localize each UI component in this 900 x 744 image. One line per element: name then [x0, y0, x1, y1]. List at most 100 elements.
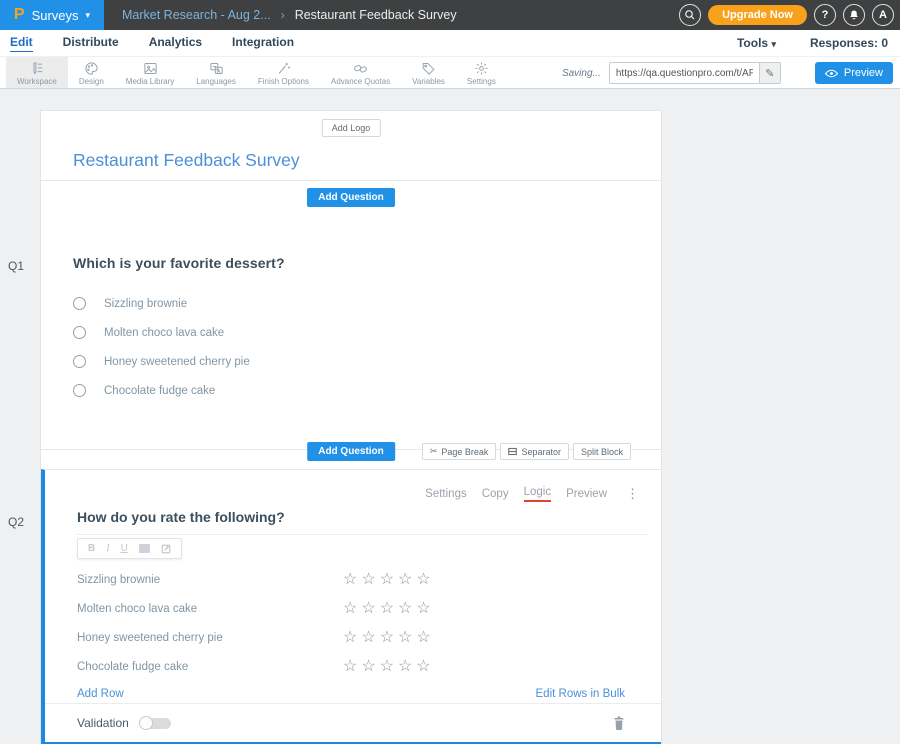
toolbar-item-label: Variables	[412, 77, 445, 86]
q1-option-label: Molten choco lava cake	[104, 327, 224, 339]
gear-icon	[474, 61, 489, 76]
edit-url-pencil-icon[interactable]: ✎	[759, 62, 781, 84]
toolbar-item-label: Design	[79, 77, 104, 86]
tab-edit[interactable]: Edit	[10, 35, 33, 52]
breadcrumb-parent[interactable]: Market Research - Aug 2...	[122, 8, 271, 22]
survey-editor-page: Q1 Q2 Add Logo Restaurant Feedback Surve…	[0, 89, 900, 744]
tab-distribute[interactable]: Distribute	[63, 35, 119, 51]
radio-icon[interactable]	[73, 326, 86, 339]
q2-action-bar: Settings Copy Logic Preview ⋮	[45, 486, 639, 502]
q1-option[interactable]: Chocolate fudge cake	[73, 376, 661, 405]
star-rating-icons[interactable]: ☆☆☆☆☆	[343, 572, 435, 588]
toolbar-item-media-library[interactable]: Media Library	[115, 57, 185, 88]
app-window: P Surveys ▾ Market Research - Aug 2... ›…	[0, 0, 900, 744]
survey-title[interactable]: Restaurant Feedback Survey	[73, 150, 300, 171]
upgrade-now-button[interactable]: Upgrade Now	[708, 5, 807, 25]
insert-image-icon[interactable]	[139, 544, 150, 553]
q1-options: Sizzling brownie Molten choco lava cake …	[73, 289, 661, 405]
rating-row: Honey sweetened cherry pie ☆☆☆☆☆	[77, 623, 661, 652]
preview-button[interactable]: Preview	[815, 62, 893, 84]
add-question-row-top: Add Question	[41, 181, 661, 211]
radio-icon[interactable]	[73, 355, 86, 368]
add-question-button[interactable]: Add Question	[307, 442, 395, 461]
q1-question-text[interactable]: Which is your favorite dessert?	[73, 255, 661, 271]
radio-icon[interactable]	[73, 297, 86, 310]
toolbar-item-settings[interactable]: Settings	[456, 57, 507, 88]
rating-row-label[interactable]: Chocolate fudge cake	[77, 661, 343, 673]
rating-row-label[interactable]: Sizzling brownie	[77, 574, 343, 586]
questionpro-logo-icon: P	[14, 6, 25, 24]
q1-option-label: Sizzling brownie	[104, 298, 187, 310]
star-rating-icons[interactable]: ☆☆☆☆☆	[343, 601, 435, 617]
block-actions-row: Add Question ✂ Page Break Separator Spli…	[41, 449, 661, 469]
notifications-bell-icon[interactable]	[843, 4, 865, 26]
separator-button[interactable]: Separator	[500, 443, 569, 460]
avatar[interactable]: A	[872, 4, 894, 26]
tab-analytics[interactable]: Analytics	[149, 35, 202, 51]
responses-count[interactable]: Responses: 0	[810, 36, 888, 50]
surveys-menu-label: Surveys	[32, 8, 79, 23]
search-icon[interactable]	[679, 4, 701, 26]
rating-row-label[interactable]: Honey sweetened cherry pie	[77, 632, 343, 644]
split-block-button[interactable]: Split Block	[573, 443, 631, 460]
add-row-link[interactable]: Add Row	[77, 688, 124, 700]
q2-copy-link[interactable]: Copy	[482, 488, 509, 500]
saving-status: Saving...	[562, 68, 601, 79]
tab-integration[interactable]: Integration	[232, 35, 294, 51]
topbar-actions: Upgrade Now ? A	[679, 0, 894, 30]
delete-question-trash-icon[interactable]	[613, 716, 625, 730]
question-index-q1: Q1	[8, 259, 24, 273]
translate-icon: A	[209, 61, 224, 76]
q2-question-text[interactable]: How do you rate the following?	[77, 509, 285, 525]
q2-title-field[interactable]: How do you rate the following?	[77, 509, 647, 535]
q2-logic-link[interactable]: Logic	[524, 486, 552, 502]
chevron-right-icon: ›	[281, 8, 285, 22]
add-logo-button[interactable]: Add Logo	[322, 119, 381, 137]
italic-button[interactable]: I	[106, 543, 109, 554]
toolbar-item-label: Finish Options	[258, 77, 309, 86]
separator-label: Separator	[521, 447, 561, 457]
scissors-icon: ✂	[430, 446, 438, 457]
underline-button[interactable]: U	[121, 543, 128, 554]
validation-toggle[interactable]	[139, 716, 171, 730]
validation-label: Validation	[77, 716, 129, 730]
survey-url-input[interactable]	[609, 62, 759, 84]
format-toolbar: B I U	[77, 538, 182, 559]
toolbar-item-workspace[interactable]: Workspace	[6, 57, 68, 88]
toolbar-item-design[interactable]: Design	[68, 57, 115, 88]
tools-menu[interactable]: Tools ▾	[737, 36, 776, 50]
separator-icon	[508, 447, 517, 456]
rating-row-label[interactable]: Molten choco lava cake	[77, 603, 343, 615]
preview-button-label: Preview	[844, 67, 883, 79]
toolbar-right: Saving... ✎ Preview	[562, 57, 893, 89]
toolbar-item-variables[interactable]: Variables	[401, 57, 456, 88]
toolbar-item-advance-quotas[interactable]: Advance Quotas	[320, 57, 401, 88]
tag-icon	[421, 61, 436, 76]
q1-option[interactable]: Sizzling brownie	[73, 289, 661, 318]
q2-rating-rows: Sizzling brownie ☆☆☆☆☆ Molten choco lava…	[77, 565, 661, 681]
add-question-button[interactable]: Add Question	[307, 188, 395, 207]
rating-row: Sizzling brownie ☆☆☆☆☆	[77, 565, 661, 594]
split-block-label: Split Block	[581, 447, 623, 457]
radio-icon[interactable]	[73, 384, 86, 397]
workspace-icon	[29, 61, 44, 76]
q2-preview-link[interactable]: Preview	[566, 488, 607, 500]
toolbar-item-languages[interactable]: A Languages	[185, 57, 247, 88]
bold-button[interactable]: B	[88, 543, 95, 554]
q1-option[interactable]: Honey sweetened cherry pie	[73, 347, 661, 376]
star-rating-icons[interactable]: ☆☆☆☆☆	[343, 659, 435, 675]
star-rating-icons[interactable]: ☆☆☆☆☆	[343, 630, 435, 646]
page-break-button[interactable]: ✂ Page Break	[422, 443, 497, 460]
q2-row-links: Add Row Edit Rows in Bulk	[77, 688, 625, 700]
more-options-icon[interactable]: ⋮	[626, 486, 639, 502]
q1-option[interactable]: Molten choco lava cake	[73, 318, 661, 347]
question-q1: Which is your favorite dessert? Sizzling…	[41, 211, 661, 449]
toolbar-item-finish-options[interactable]: Finish Options	[247, 57, 320, 88]
q2-settings-link[interactable]: Settings	[425, 488, 467, 500]
eye-icon	[825, 69, 838, 78]
surveys-menu[interactable]: P Surveys ▾	[0, 0, 104, 30]
edit-rows-in-bulk-link[interactable]: Edit Rows in Bulk	[536, 688, 625, 700]
insert-link-icon[interactable]	[161, 544, 171, 554]
help-button[interactable]: ?	[814, 4, 836, 26]
q2-footer: Validation	[45, 703, 661, 742]
